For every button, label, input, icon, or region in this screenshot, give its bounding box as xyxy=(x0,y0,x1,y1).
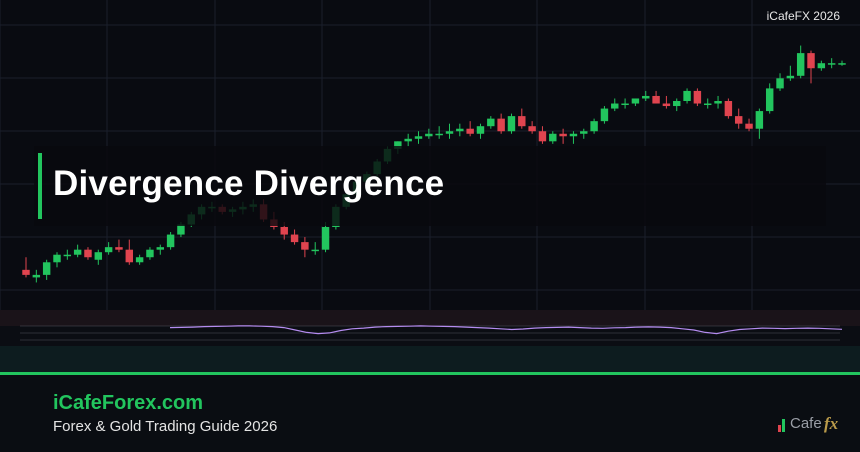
candle-body xyxy=(73,249,82,255)
candle-body xyxy=(425,133,433,137)
candle-body xyxy=(786,75,795,79)
candle-body xyxy=(445,131,454,134)
candle-body xyxy=(580,131,588,134)
candle-body xyxy=(807,53,815,69)
candle-body xyxy=(528,126,536,132)
candle-body xyxy=(507,116,516,132)
candle-body xyxy=(290,234,299,243)
candle-body xyxy=(559,133,567,137)
indicator-upper-band xyxy=(0,310,860,326)
logo-candle-icon xyxy=(778,418,790,432)
candle-body xyxy=(611,103,619,109)
candle-body xyxy=(42,262,51,275)
candle-body xyxy=(53,254,61,263)
candle-body xyxy=(755,111,764,129)
footer: iCafeForex.com Forex & Gold Trading Guid… xyxy=(0,372,860,452)
candle-body xyxy=(817,63,826,69)
candle-body xyxy=(600,108,609,122)
candle-body xyxy=(765,88,774,112)
candle-body xyxy=(466,128,474,134)
candle-body xyxy=(135,257,144,263)
candle-body xyxy=(487,118,495,127)
logo-fx: fx xyxy=(824,414,839,433)
cafefx-logo: Cafe fx xyxy=(778,414,842,435)
candle-body xyxy=(538,131,547,142)
candle-body xyxy=(497,118,505,132)
footer-divider xyxy=(0,372,860,375)
candle-body xyxy=(673,101,681,107)
candle-body xyxy=(549,133,557,142)
candle-body xyxy=(156,247,164,250)
candle-body xyxy=(63,254,72,257)
page-title: Divergence Divergence xyxy=(53,164,445,203)
candle-body xyxy=(301,242,309,250)
candle-body xyxy=(321,227,330,250)
candle-body xyxy=(745,123,753,129)
candle-body xyxy=(776,78,784,89)
candle-body xyxy=(704,103,712,106)
candle-body xyxy=(104,247,113,253)
candle-body xyxy=(569,133,578,137)
candle-body xyxy=(404,138,412,142)
candle-body xyxy=(827,63,836,65)
candle-body xyxy=(590,121,598,132)
candle-body xyxy=(146,249,154,258)
candle-body xyxy=(280,227,288,235)
candle-body xyxy=(621,103,629,106)
candle-body xyxy=(32,274,41,278)
candle-body xyxy=(683,90,691,101)
indicator-pane-background xyxy=(0,326,860,346)
brand-link[interactable]: iCafeForex.com xyxy=(53,392,203,415)
indicator-lower-band xyxy=(0,346,860,372)
candle-body xyxy=(94,252,103,260)
title-accent-bar xyxy=(38,153,42,219)
candle-body xyxy=(662,103,671,107)
candle-body xyxy=(456,128,464,132)
candle-body xyxy=(631,98,640,104)
watermark: iCafeFX 2026 xyxy=(766,9,840,23)
candle-body xyxy=(838,63,846,65)
candle-body xyxy=(652,95,660,104)
candle-body xyxy=(311,249,319,252)
logo-text: Cafe xyxy=(790,415,822,432)
candle-body xyxy=(22,269,30,275)
candle-body xyxy=(125,249,134,263)
candle-body xyxy=(414,136,423,139)
candle-body xyxy=(115,247,123,250)
candle-body xyxy=(84,249,92,258)
tagline: Forex & Gold Trading Guide 2026 xyxy=(53,418,278,435)
candle-body xyxy=(518,116,526,127)
candle-body xyxy=(435,133,443,136)
title-banner: Divergence Divergence xyxy=(34,146,826,226)
candle-body xyxy=(714,101,722,104)
candle-body xyxy=(724,101,733,117)
candle-body xyxy=(796,53,805,76)
candle-body xyxy=(693,90,702,104)
candle-body xyxy=(476,126,485,134)
candle-body xyxy=(642,95,650,99)
candle-body xyxy=(166,234,175,248)
candle-body xyxy=(734,116,743,124)
